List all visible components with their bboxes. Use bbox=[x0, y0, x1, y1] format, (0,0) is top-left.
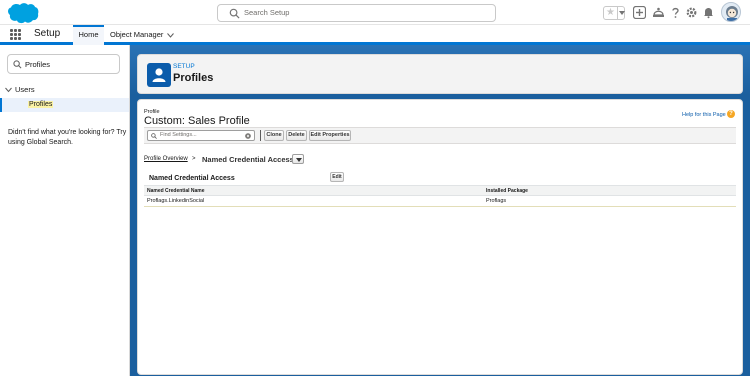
favorites-group[interactable]: ★ bbox=[603, 6, 625, 20]
installed-package-cell: Proflags bbox=[483, 195, 736, 207]
page-header: SETUP Profiles bbox=[137, 54, 743, 94]
clone-button[interactable]: Clone bbox=[264, 130, 284, 141]
credential-name-cell: Proflags.LinkedinSocial bbox=[144, 195, 483, 207]
global-header: Search Setup ★ bbox=[0, 0, 750, 25]
help-icon[interactable]: ? bbox=[727, 110, 735, 118]
page-eyebrow: SETUP bbox=[173, 63, 195, 70]
breadcrumb-separator: > bbox=[192, 156, 196, 162]
content-title: Custom: Sales Profile bbox=[144, 115, 250, 127]
section-title: Named Credential Access bbox=[149, 175, 235, 182]
trailhead-icon[interactable] bbox=[652, 6, 665, 19]
search-icon bbox=[13, 60, 22, 69]
bell-icon[interactable] bbox=[702, 6, 715, 19]
delete-button[interactable]: Delete bbox=[286, 130, 307, 141]
profile-detail-card: Profile Custom: Sales Profile Help for t… bbox=[137, 99, 743, 375]
edit-properties-button[interactable]: Edit Properties bbox=[309, 130, 351, 141]
gear-icon[interactable] bbox=[685, 6, 698, 19]
tab-home[interactable]: Home bbox=[73, 25, 104, 45]
column-header-package: Installed Package bbox=[483, 185, 736, 196]
page-title: Profiles bbox=[173, 72, 214, 84]
help-for-page-link[interactable]: Help for this Page bbox=[682, 112, 726, 118]
star-icon[interactable]: ★ bbox=[605, 7, 616, 19]
search-icon bbox=[151, 133, 157, 139]
favorites-dropdown-icon[interactable] bbox=[617, 7, 625, 19]
profile-toolbar: Find Settings... Clone Delete Edit Prope… bbox=[144, 128, 736, 144]
astro-avatar-icon bbox=[726, 6, 738, 21]
column-header-name: Named Credential Name bbox=[144, 185, 483, 196]
tree-item-profiles[interactable]: Profiles bbox=[0, 98, 129, 112]
salesforce-cloud-logo[interactable] bbox=[7, 2, 39, 24]
help-icon[interactable] bbox=[669, 6, 682, 19]
named-credential-table: Named Credential Name Installed Package … bbox=[144, 185, 736, 207]
search-placeholder: Search Setup bbox=[244, 8, 290, 17]
find-settings-input[interactable]: Find Settings... bbox=[147, 130, 255, 141]
toolbar-separator bbox=[260, 130, 261, 141]
app-name: Setup bbox=[34, 28, 61, 39]
tree-item-label: Profiles bbox=[28, 101, 54, 108]
chevron-down-icon[interactable] bbox=[167, 33, 174, 38]
context-nav-bar: Setup Home Object Manager bbox=[0, 25, 750, 45]
clear-icon[interactable] bbox=[245, 133, 251, 139]
app-launcher-icon[interactable] bbox=[10, 29, 21, 40]
tree-group-label: Users bbox=[15, 85, 35, 94]
table-header-row: Named Credential Name Installed Package bbox=[144, 185, 736, 196]
tab-object-manager[interactable]: Object Manager bbox=[110, 25, 163, 45]
setup-sidebar: Profiles Users Profiles Didn't find what… bbox=[0, 45, 130, 376]
sidebar-help-text: Didn't find what you're looking for? Try… bbox=[8, 129, 127, 146]
table-row: Proflags.LinkedinSocial Proflags bbox=[144, 195, 736, 207]
edit-button[interactable]: Edit bbox=[330, 172, 344, 182]
global-search-input[interactable]: Search Setup bbox=[217, 4, 496, 22]
add-icon[interactable] bbox=[633, 6, 646, 19]
breadcrumb-current: Named Credential Access bbox=[202, 155, 294, 164]
chevron-down-icon[interactable] bbox=[5, 87, 12, 93]
user-profile-icon bbox=[147, 63, 171, 87]
avatar[interactable] bbox=[721, 2, 741, 22]
quick-find-input[interactable]: Profiles bbox=[7, 54, 120, 74]
find-settings-placeholder: Find Settings... bbox=[160, 132, 197, 138]
search-icon bbox=[229, 8, 240, 19]
breadcrumb-profile-overview[interactable]: Profile Overview bbox=[144, 156, 188, 162]
quick-find-value: Profiles bbox=[25, 60, 51, 69]
section-picker-dropdown[interactable] bbox=[292, 154, 304, 164]
